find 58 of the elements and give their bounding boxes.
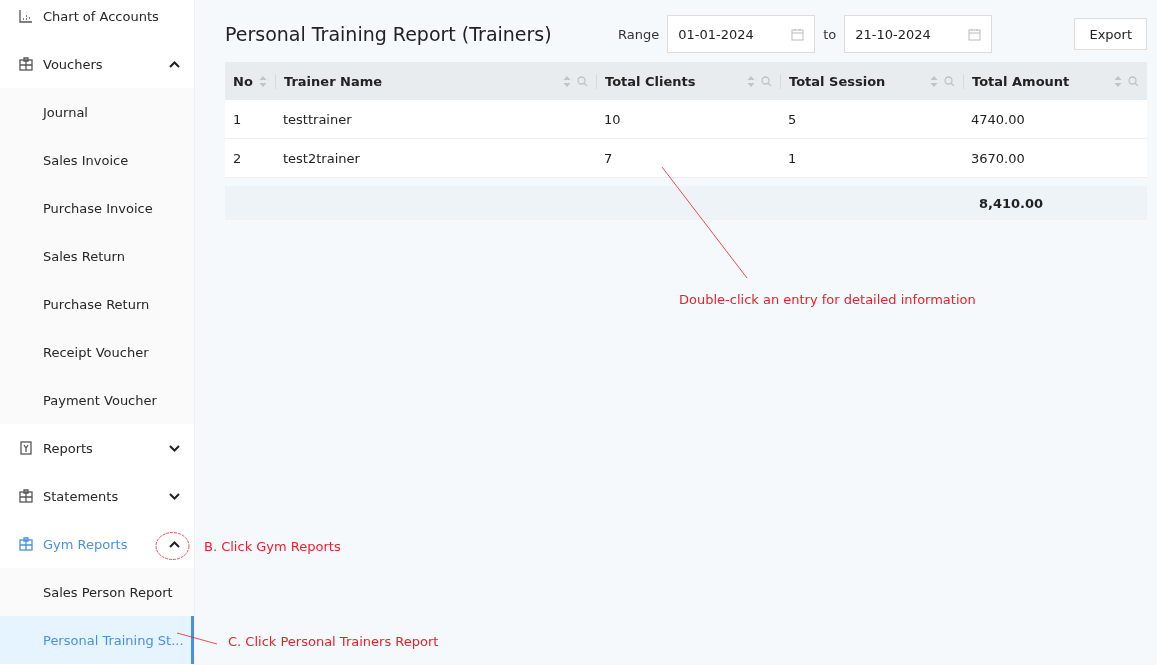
clipboard-icon — [19, 57, 33, 71]
annotation-circle — [155, 531, 190, 561]
date-field[interactable]: 01-01-2024 — [667, 15, 816, 53]
table-cell: 1 — [225, 100, 275, 139]
chevron-down-icon[interactable] — [169, 444, 180, 452]
sidebar-subitem[interactable]: Sales Invoice — [0, 136, 194, 184]
column-header[interactable]: Trainer Name — [275, 62, 596, 100]
column-header[interactable]: Total Session — [780, 62, 963, 100]
sort-icon[interactable] — [1114, 74, 1122, 88]
table-cell: 3670.00 — [963, 138, 1147, 178]
sort-icon[interactable] — [930, 74, 938, 88]
export-button[interactable]: Export — [1074, 18, 1147, 50]
annotation-text: Double-click an entry for detailed information — [679, 292, 976, 307]
table-cell: 1 — [780, 138, 963, 178]
sidebar-subitem[interactable]: Sales Return — [0, 232, 194, 280]
clipboard-icon — [19, 537, 33, 551]
range-label: Range — [618, 26, 660, 42]
column-header[interactable]: Total Clients — [596, 62, 780, 100]
search-icon[interactable] — [1128, 75, 1139, 87]
calendar-icon[interactable] — [791, 27, 805, 41]
page-title: Personal Training Report (Trainers) — [225, 23, 553, 45]
sidebar-subitem[interactable]: Sales Person Report — [0, 568, 194, 616]
clipboard-icon — [19, 489, 33, 503]
table-cell: 7 — [596, 138, 780, 178]
sidebar-item[interactable]: Reports — [0, 424, 194, 472]
search-icon[interactable] — [577, 75, 588, 87]
chevron-up-icon[interactable] — [169, 540, 180, 548]
chevron-down-icon[interactable] — [169, 492, 180, 500]
column-header[interactable]: Total Amount — [963, 62, 1147, 100]
sidebar-subitem[interactable]: Purchase Invoice — [0, 184, 194, 232]
sidebar-item[interactable]: Chart of Accounts — [0, 0, 194, 40]
table-cell: 4740.00 — [963, 100, 1147, 139]
sidebar-subitem[interactable]: Journal — [0, 88, 194, 136]
total-amount: 8,410.00 — [979, 195, 1045, 211]
sidebar-subitem[interactable]: Purchase Return — [0, 280, 194, 328]
sidebar-subitem[interactable]: Payment Voucher — [0, 376, 194, 424]
sidebar-subitem[interactable]: Receipt Voucher — [0, 328, 194, 376]
chart-icon — [19, 9, 33, 23]
sort-icon[interactable] — [563, 74, 571, 88]
report-icon — [19, 441, 33, 455]
search-icon[interactable] — [761, 75, 772, 87]
sort-icon[interactable] — [747, 74, 755, 88]
annotation-text: C. Click Personal Trainers Report — [228, 634, 439, 649]
table-cell: 10 — [596, 100, 780, 139]
sidebar-item[interactable]: Statements — [0, 472, 194, 520]
sort-icon[interactable] — [259, 74, 267, 88]
search-icon[interactable] — [944, 75, 955, 87]
sidebar-item[interactable]: Vouchers — [0, 40, 194, 88]
chevron-up-icon[interactable] — [169, 60, 180, 68]
date-field[interactable]: 21-10-2024 — [844, 15, 993, 53]
table-cell: 5 — [780, 100, 963, 139]
calendar-icon[interactable] — [968, 27, 982, 41]
column-header[interactable]: No — [225, 62, 275, 100]
table-cell: 2 — [225, 138, 275, 178]
table-cell: testtrainer — [275, 100, 596, 139]
table-cell: test2trainer — [275, 138, 596, 178]
annotation-text: B. Click Gym Reports — [204, 539, 341, 554]
to-label: to — [823, 26, 837, 42]
